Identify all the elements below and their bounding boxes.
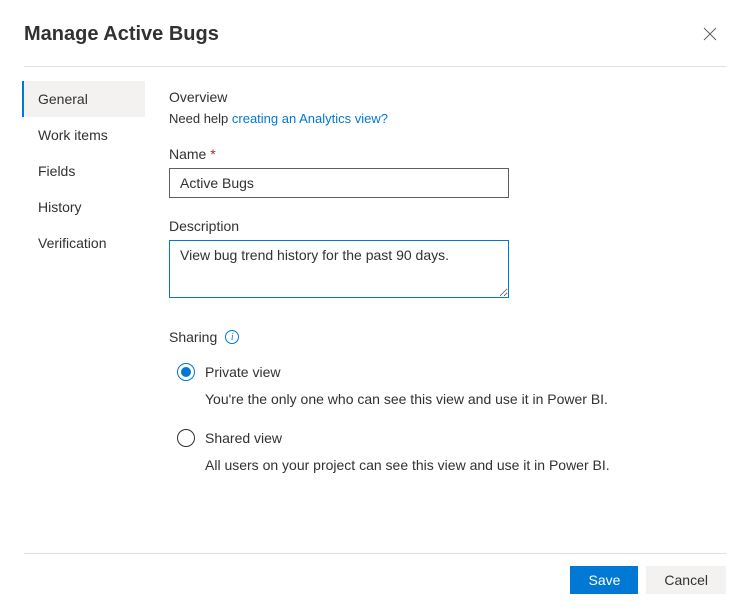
close-icon <box>703 27 717 41</box>
dialog-body: General Work items Fields History Verifi… <box>0 67 750 495</box>
save-button[interactable]: Save <box>570 566 638 594</box>
radio-row-private[interactable]: Private view <box>177 363 726 381</box>
sidebar-item-general[interactable]: General <box>22 81 145 117</box>
dialog-header: Manage Active Bugs <box>0 0 750 66</box>
info-icon[interactable]: i <box>225 330 239 344</box>
radio-row-shared[interactable]: Shared view <box>177 429 726 447</box>
required-indicator: * <box>210 146 215 162</box>
name-label-text: Name <box>169 146 206 162</box>
sidebar-item-label: General <box>38 91 88 107</box>
dialog-title: Manage Active Bugs <box>24 23 219 46</box>
radio-option-private: Private view You're the only one who can… <box>169 363 726 407</box>
cancel-button[interactable]: Cancel <box>646 566 726 594</box>
sharing-heading: Sharing <box>169 329 217 345</box>
sidebar-item-verification[interactable]: Verification <box>22 225 145 261</box>
help-prefix: Need help <box>169 111 232 126</box>
radio-desc-private: You're the only one who can see this vie… <box>177 391 726 407</box>
sidebar-item-history[interactable]: History <box>22 189 145 225</box>
sidebar-item-label: Work items <box>38 127 108 143</box>
help-link[interactable]: creating an Analytics view? <box>232 111 388 126</box>
sidebar-item-work-items[interactable]: Work items <box>22 117 145 153</box>
help-text: Need help creating an Analytics view? <box>169 111 726 126</box>
description-label: Description <box>169 218 726 234</box>
radio-label-shared: Shared view <box>205 430 282 446</box>
sidebar: General Work items Fields History Verifi… <box>0 67 145 495</box>
sidebar-item-label: History <box>38 199 82 215</box>
sidebar-item-fields[interactable]: Fields <box>22 153 145 189</box>
radio-selected-dot <box>181 367 191 377</box>
sidebar-item-label: Verification <box>38 235 106 251</box>
sidebar-item-label: Fields <box>38 163 75 179</box>
radio-option-shared: Shared view All users on your project ca… <box>169 429 726 473</box>
radio-desc-shared: All users on your project can see this v… <box>177 457 726 473</box>
overview-heading: Overview <box>169 89 726 105</box>
radio-label-private: Private view <box>205 364 280 380</box>
radio-private[interactable] <box>177 363 195 381</box>
main-panel: Overview Need help creating an Analytics… <box>145 67 750 495</box>
name-label: Name * <box>169 146 726 162</box>
radio-shared[interactable] <box>177 429 195 447</box>
description-input[interactable]: View bug trend history for the past 90 d… <box>169 240 509 298</box>
name-input[interactable] <box>169 168 509 198</box>
dialog-footer: Save Cancel <box>24 553 726 594</box>
close-button[interactable] <box>694 18 726 50</box>
sharing-header: Sharing i <box>169 329 726 345</box>
